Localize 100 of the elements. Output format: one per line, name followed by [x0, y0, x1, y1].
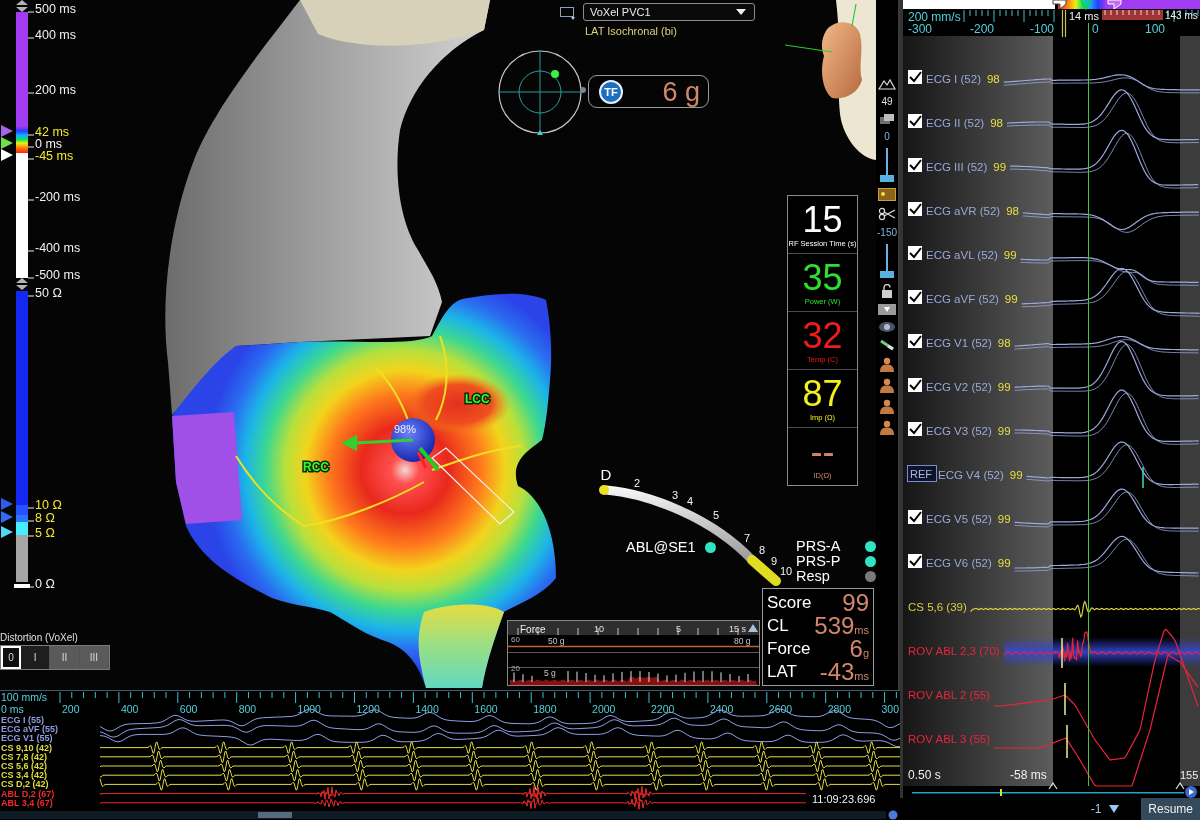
marker-icon[interactable] [1, 511, 13, 523]
segment-button[interactable]: III [79, 646, 109, 669]
mountain-icon[interactable] [878, 78, 896, 90]
channel-label: ECG I (55) [1, 715, 44, 725]
contact-reading: 98% [394, 423, 417, 435]
channel-label: ECG V2 (52) [926, 381, 992, 393]
checkbox[interactable] [908, 246, 922, 260]
score-label: Force [767, 638, 812, 660]
torso-icon[interactable] [879, 378, 895, 393]
scissors-icon[interactable] [878, 207, 896, 221]
time-label: 1400 [415, 703, 439, 715]
signal-quality: 99 [997, 557, 1011, 569]
scale-label: 500 ms [35, 2, 76, 16]
readout-value: 32 [802, 316, 843, 355]
image-icon[interactable] [878, 188, 896, 201]
channel-label: CS 5,6 (42) [1, 761, 48, 771]
marker-icon[interactable] [1080, 0, 1092, 11]
marker-icon[interactable] [1, 137, 13, 149]
duration-label: 0.50 s [908, 768, 941, 782]
channel-label: ECG V6 (52) [926, 557, 992, 569]
checkbox[interactable] [908, 510, 922, 524]
channel-label: CS 3,4 (42) [1, 770, 48, 781]
marker-icon[interactable] [1, 149, 13, 161]
scale-label: 200 ms [35, 83, 76, 97]
scrollbar-thumb[interactable] [258, 812, 292, 818]
checkbox[interactable] [908, 158, 922, 172]
unit-label: ms [854, 670, 869, 682]
signal-quality: 99 [997, 425, 1011, 437]
end-label: 155 [1180, 769, 1199, 781]
scale-speed-label: 100 mm/s [1, 691, 48, 703]
time-label: 1600 [474, 703, 498, 715]
channel-label: ECG II (52) [926, 117, 985, 129]
map-type-label: LAT Isochronal (bi) [585, 25, 677, 37]
slider-thumb[interactable] [880, 271, 894, 278]
offset-label: -58 ms [1010, 768, 1047, 782]
scale-label: 10 Ω [35, 498, 62, 512]
checkbox[interactable] [908, 114, 922, 128]
torso-icon[interactable] [879, 399, 895, 414]
map-selector[interactable]: VoXel PVC1 [583, 3, 755, 21]
time-label: 200 [62, 703, 80, 715]
time-label: 2200 [651, 703, 675, 715]
checkbox[interactable] [908, 290, 922, 304]
slider-thumb[interactable] [880, 175, 894, 182]
time-label: -100 [1030, 22, 1055, 36]
force-reading: 5 g [544, 668, 556, 678]
electrode-label: 10 [779, 565, 793, 577]
channel-label: ECG aVF (55) [1, 724, 58, 735]
dropdown-icon[interactable] [878, 304, 896, 315]
region-label: LCC [465, 392, 490, 406]
signal-quality: 99 [1003, 249, 1017, 261]
segment-button[interactable]: 0 [1, 646, 21, 669]
toolbar-value: -150 [877, 227, 897, 238]
score-label: CL [767, 615, 790, 637]
marker-icon[interactable] [1, 498, 13, 510]
signal-quality: 99 [1004, 293, 1018, 305]
caret-icon[interactable] [1109, 805, 1120, 813]
checkbox[interactable] [908, 202, 922, 216]
segment-button[interactable]: II [50, 646, 80, 669]
layers-icon[interactable] [878, 113, 896, 125]
channel-label: ABL 3,4 (67) [1, 797, 53, 808]
window-marker-line [1061, 9, 1067, 38]
caret-icon[interactable] [748, 624, 758, 632]
torso-icon[interactable] [879, 357, 895, 372]
scroll-button-icon[interactable] [888, 810, 898, 820]
window-icon[interactable] [560, 6, 576, 20]
marker-icon[interactable] [1052, 0, 1067, 10]
eye-icon[interactable] [878, 321, 896, 333]
scale-speed-label: 200 mm/s [908, 10, 961, 24]
status-label: ABL@SE1 [626, 540, 696, 555]
scale-label: 0 ms [35, 137, 63, 151]
torso-icon[interactable] [879, 420, 895, 435]
checkbox[interactable] [908, 70, 922, 84]
checkbox[interactable] [908, 554, 922, 568]
status-label: PRS-P [796, 554, 841, 569]
time-label: 2000 [592, 703, 616, 715]
marker-icon[interactable] [1, 526, 13, 538]
electrode-label: 3 [671, 489, 679, 501]
window-marker-icon [1048, 781, 1058, 790]
resume-button[interactable]: Resume [1141, 798, 1200, 820]
time-label: 2600 [768, 703, 793, 715]
probe-icon[interactable] [879, 339, 895, 351]
time-label: 600 [179, 703, 198, 715]
checkbox[interactable] [908, 422, 922, 436]
scrollbar[interactable] [0, 811, 886, 819]
lock-icon[interactable] [881, 284, 893, 298]
toolbar-value: 49 [881, 96, 893, 107]
checkbox[interactable] [908, 334, 922, 348]
channel-label: CS 7,8 (42) [1, 751, 48, 762]
axis-label: 20 [511, 664, 520, 673]
score-value: 6 [849, 637, 863, 660]
electrode-label: 4 [686, 495, 694, 507]
signal-quality: 99 [997, 381, 1011, 393]
scale-label: 8 Ω [35, 511, 55, 525]
checkbox[interactable] [908, 378, 922, 392]
play-icon[interactable] [1185, 786, 1197, 798]
electrode-label: 5 [712, 509, 720, 521]
timeline-scrollbar[interactable] [912, 789, 1184, 796]
electrode-label: 2 [633, 477, 641, 489]
scale-label: -45 ms [35, 149, 74, 163]
marker-icon[interactable] [1, 125, 13, 137]
